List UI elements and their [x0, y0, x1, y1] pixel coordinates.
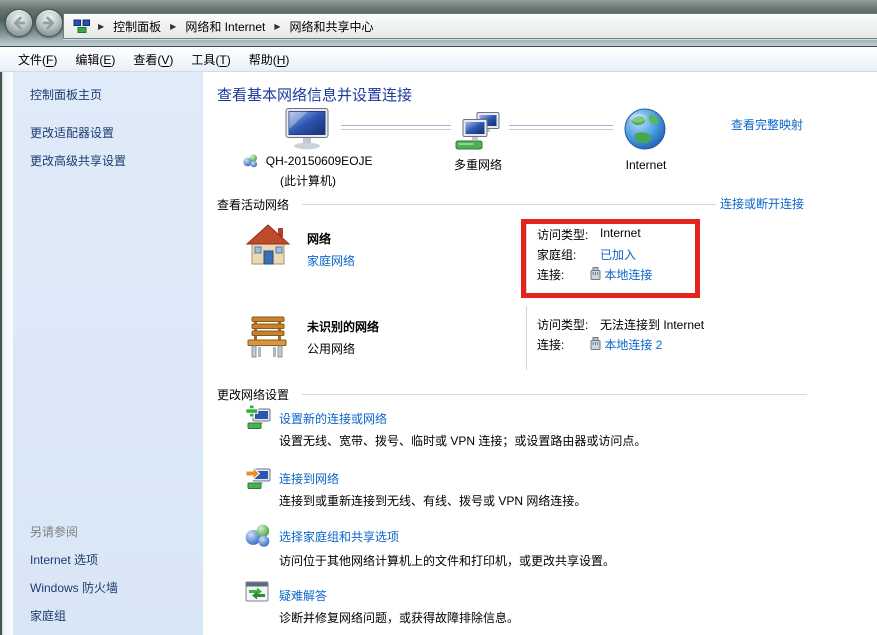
ethernet-icon	[590, 340, 604, 354]
task-troubleshoot-desc: 诊断并修复网络问题，或获得故障排除信息。	[279, 609, 519, 626]
breadcrumb-control-panel[interactable]: 控制面板	[111, 15, 163, 38]
main-panel: 查看基本网络信息并设置连接	[203, 72, 877, 635]
active-networks-header: 查看活动网络	[217, 196, 289, 213]
row-divider	[526, 306, 527, 370]
sidebar-see-also: 另请参阅 Internet 选项 Windows 防火墙 家庭组	[30, 523, 195, 627]
connect-disconnect-link[interactable]: 连接或断开连接	[720, 195, 804, 212]
menu-item-file[interactable]: 文件(F)	[9, 48, 66, 71]
homegroup-options-icon[interactable]	[245, 522, 271, 551]
see-full-map-link[interactable]: 查看完整映射	[731, 116, 803, 133]
new-connection-icon[interactable]	[245, 404, 272, 434]
menu-item-edit[interactable]: 编辑(E)	[66, 48, 124, 71]
menu-item-help[interactable]: 帮助(H)	[240, 48, 299, 71]
connection-value: 本地连接	[590, 266, 652, 284]
local-connection-2-link[interactable]: 本地连接 2	[604, 338, 662, 352]
troubleshoot-icon[interactable]	[245, 581, 271, 608]
forward-arrow-icon	[38, 12, 60, 34]
breadcrumb-separator: ▶	[170, 22, 176, 31]
homegroup-joined-link[interactable]: 已加入	[600, 246, 636, 263]
access-type-label: 访问类型:	[537, 316, 588, 333]
sidebar-item-homegroup[interactable]: 家庭组	[30, 607, 195, 624]
homegroup-icon	[243, 157, 261, 171]
task-new-connection-desc: 设置无线、宽带、拨号、临时或 VPN 连接；或设置路由器或访问点。	[279, 432, 646, 449]
task-homegroup-desc: 访问位于其他网络计算机上的文件和打印机，或更改共享设置。	[279, 552, 615, 569]
forward-button[interactable]	[35, 9, 63, 37]
access-type-label: 访问类型:	[537, 226, 588, 243]
breadcrumb-separator: ▶	[98, 22, 104, 31]
page-title: 查看基本网络信息并设置连接	[217, 84, 412, 105]
computer-map-label: QH-20150609EOJE (此计算机)	[213, 153, 403, 190]
task-troubleshoot-link[interactable]: 疑难解答	[279, 587, 327, 604]
access-type-value: 无法连接到 Internet	[600, 316, 704, 333]
row-divider	[526, 224, 527, 296]
section-rule	[302, 204, 716, 205]
connection-label: 连接:	[537, 336, 564, 353]
local-connection-link[interactable]: 本地连接	[604, 268, 652, 282]
map-link-line	[341, 125, 451, 130]
internet-globe-icon[interactable]	[623, 108, 667, 153]
homegroup-label: 家庭组:	[537, 246, 576, 263]
connection-value: 本地连接 2	[590, 336, 662, 354]
network-center-icon	[73, 19, 91, 34]
internet-label: Internet	[601, 157, 691, 174]
sidebar-item-internet-options[interactable]: Internet 选项	[30, 551, 195, 568]
sidebar: 控制面板主页 更改适配器设置 更改高级共享设置 另请参阅 Internet 选项…	[13, 72, 203, 635]
access-type-value: Internet	[600, 226, 641, 240]
change-settings-header: 更改网络设置	[217, 386, 289, 403]
see-also-header: 另请参阅	[30, 523, 195, 540]
sidebar-item-windows-firewall[interactable]: Windows 防火墙	[30, 579, 195, 596]
sidebar-top-tasks: 控制面板主页 更改适配器设置 更改高级共享设置	[30, 86, 195, 180]
computer-sub-label: (此计算机)	[280, 174, 336, 188]
address-bar[interactable]: ▶ 控制面板 ▶ 网络和 Internet ▶ 网络和共享中心	[63, 13, 877, 39]
sidebar-item-control-panel-home[interactable]: 控制面板主页	[30, 86, 195, 103]
title-bar: ▼ ▶ 控制面板 ▶ 网络和 Internet ▶ 网络和共享中心	[0, 0, 877, 47]
window-left-border	[0, 72, 13, 635]
menu-bar: 文件(F) 编辑(E) 查看(V) 工具(T) 帮助(H)	[0, 47, 877, 72]
task-connect-link[interactable]: 连接到网络	[279, 470, 339, 487]
home-network-icon[interactable]	[245, 222, 291, 269]
computer-name: QH-20150609EOJE	[266, 154, 373, 168]
task-new-connection-link[interactable]: 设置新的连接或网络	[279, 410, 387, 427]
this-computer-icon[interactable]	[281, 108, 333, 153]
public-network-type: 公用网络	[307, 340, 355, 357]
connect-to-network-icon[interactable]	[245, 464, 272, 494]
network-sharing-center-window: ▼ ▶ 控制面板 ▶ 网络和 Internet ▶ 网络和共享中心 文件(F) …	[0, 0, 877, 635]
back-arrow-icon	[8, 12, 30, 34]
connection-label: 连接:	[537, 266, 564, 283]
menu-item-tools[interactable]: 工具(T)	[182, 48, 239, 71]
sidebar-item-change-advanced-sharing[interactable]: 更改高级共享设置	[30, 152, 195, 169]
task-homegroup-link[interactable]: 选择家庭组和共享选项	[279, 528, 399, 545]
back-button[interactable]	[5, 9, 33, 37]
network-name: 未识别的网络	[307, 318, 379, 335]
breadcrumb-network-internet[interactable]: 网络和 Internet	[183, 15, 267, 38]
breadcrumb-separator: ▶	[274, 22, 280, 31]
ethernet-icon	[590, 270, 604, 284]
section-rule	[302, 394, 807, 395]
menu-item-view[interactable]: 查看(V)	[124, 48, 182, 71]
multiple-networks-label: 多重网络	[426, 157, 530, 174]
multiple-networks-icon[interactable]	[455, 112, 501, 155]
map-link-line	[509, 125, 613, 130]
breadcrumb-network-sharing-center[interactable]: 网络和共享中心	[288, 15, 376, 38]
home-network-type-link[interactable]: 家庭网络	[307, 252, 355, 269]
sidebar-item-change-adapter-settings[interactable]: 更改适配器设置	[30, 124, 195, 141]
task-connect-desc: 连接到或重新连接到无线、有线、拨号或 VPN 网络连接。	[279, 492, 586, 509]
network-name: 网络	[307, 230, 331, 247]
public-network-icon[interactable]	[243, 313, 291, 362]
